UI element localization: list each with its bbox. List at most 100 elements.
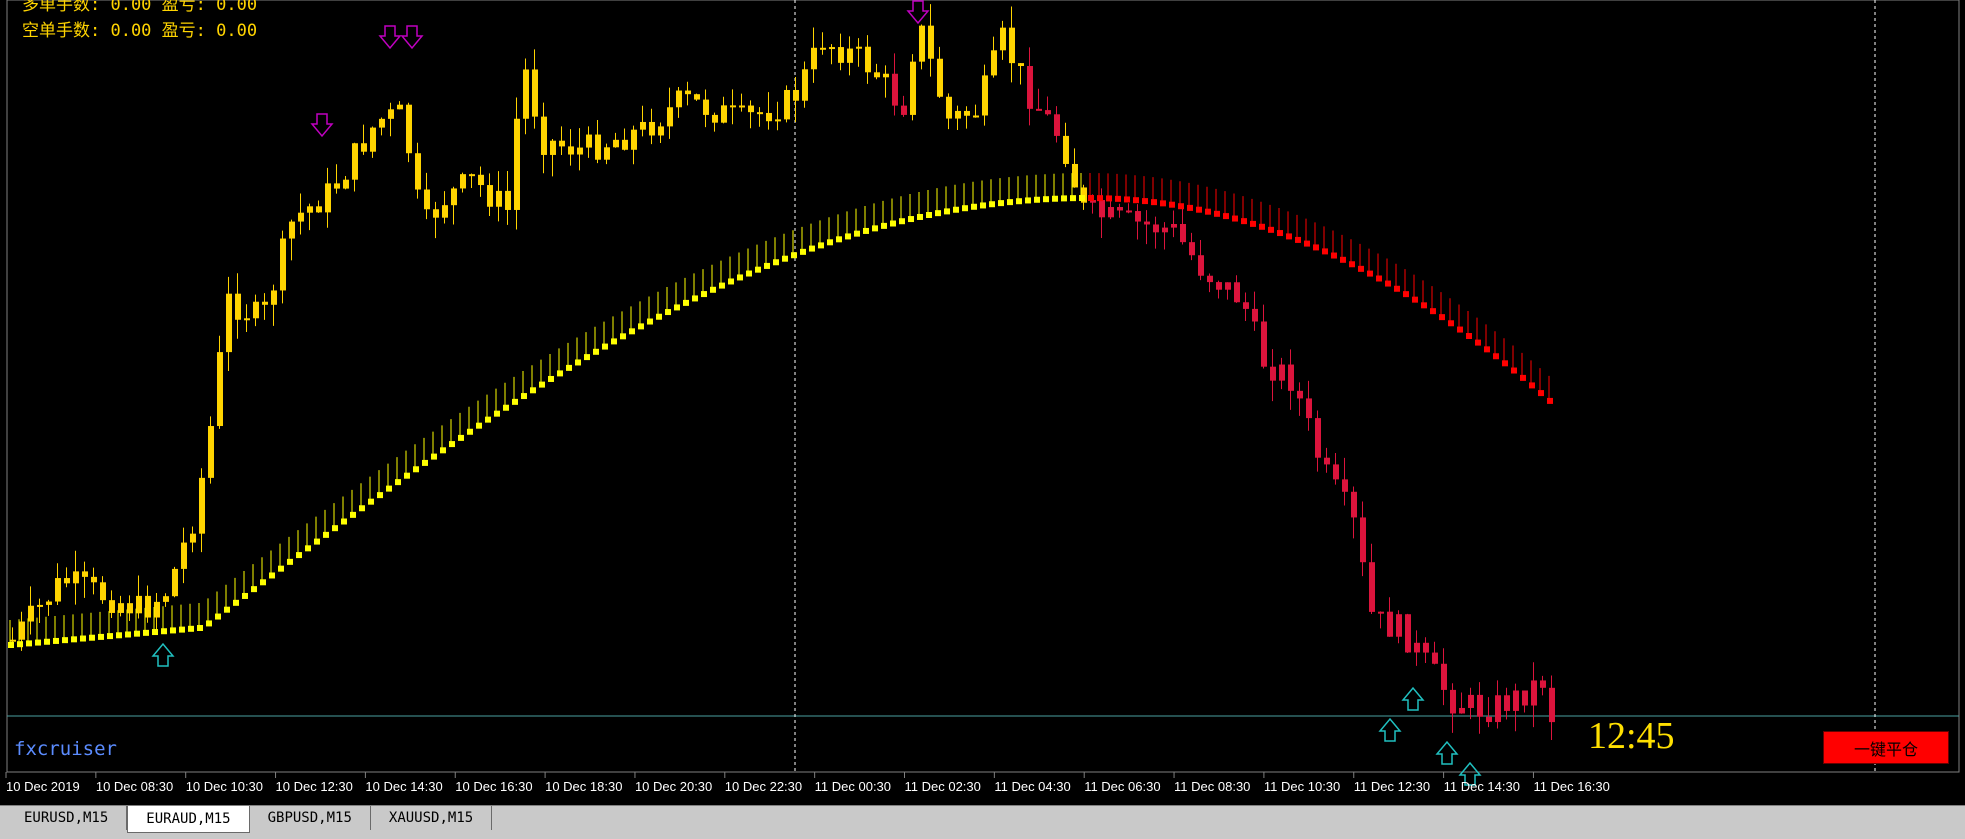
candle-body <box>1099 200 1105 218</box>
candle-body <box>1540 680 1546 688</box>
ma-point <box>323 531 329 538</box>
ma-point <box>1214 210 1220 217</box>
candle-body <box>1207 275 1213 283</box>
time-axis-label: 11 Dec 14:30 <box>1444 779 1520 794</box>
candle-body <box>568 146 574 155</box>
ma-point <box>458 434 464 441</box>
ma-point <box>260 579 266 586</box>
candle-body <box>10 639 16 642</box>
candle-body <box>1387 611 1393 637</box>
ma-point <box>1142 198 1148 205</box>
candle-body <box>1063 135 1069 164</box>
ma-point <box>944 208 950 215</box>
candle-body <box>478 174 484 186</box>
ma-point <box>1286 233 1292 240</box>
ma-point <box>71 636 77 643</box>
candle-body <box>865 46 871 73</box>
candle-body <box>1243 302 1249 309</box>
ma-point <box>728 278 734 285</box>
candle-body <box>577 147 583 155</box>
tab-eurusd[interactable]: EURUSD,M15 <box>6 806 128 830</box>
price-chart[interactable]: 10 Dec 2019 10 Dec 08:30 10 Dec 10:30 10 De… <box>0 0 1965 805</box>
candle-body <box>19 621 25 640</box>
candle-body <box>1126 210 1132 213</box>
ma-point <box>1106 195 1112 202</box>
candle-body <box>253 301 259 319</box>
candle-body <box>289 221 295 239</box>
ma-point <box>1232 215 1238 222</box>
candle-body <box>334 183 340 189</box>
ma-point <box>935 210 941 217</box>
candle-body <box>1324 457 1330 465</box>
candle-body <box>766 112 772 122</box>
candle-body <box>226 293 232 353</box>
ma-point <box>1403 291 1409 298</box>
candle-body <box>946 96 952 119</box>
candle-body <box>1270 366 1276 381</box>
close-all-button[interactable]: 一键平仓 <box>1823 731 1949 764</box>
ma-point <box>215 613 221 620</box>
ma-point <box>1295 236 1301 243</box>
time-axis-label: 10 Dec 20:30 <box>635 779 712 794</box>
ma-point <box>197 624 203 631</box>
candle-body <box>667 107 673 127</box>
ma-point <box>1511 367 1517 374</box>
candle-body <box>604 147 610 160</box>
ma-point <box>89 634 95 641</box>
candle-body <box>163 596 169 602</box>
candle-body <box>892 73 898 106</box>
candle-body <box>1495 695 1501 723</box>
candle-body <box>928 25 934 59</box>
candle-body <box>1072 163 1078 188</box>
candle-body <box>631 129 637 150</box>
candle-body <box>712 114 718 123</box>
tab-xauusd[interactable]: XAUUSD,M15 <box>371 806 493 830</box>
ma-point <box>1052 195 1058 202</box>
ma-point <box>44 638 50 645</box>
ma-point <box>629 328 635 335</box>
time-axis-label: 10 Dec 12:30 <box>276 779 353 794</box>
candle-body <box>559 140 565 147</box>
candle-body <box>775 119 781 122</box>
candle-body <box>55 578 61 602</box>
ma-point <box>953 206 959 213</box>
ma-point <box>224 606 230 613</box>
ma-point <box>296 552 302 559</box>
ma-point <box>17 641 23 648</box>
candle-body <box>1486 716 1492 723</box>
ma-point <box>1439 314 1445 321</box>
candle-body <box>550 140 556 155</box>
ma-point <box>116 632 122 639</box>
chart-canvas[interactable]: 10 Dec 2019 10 Dec 08:30 10 Dec 10:30 10 De… <box>0 0 1965 805</box>
ma-point <box>782 255 788 262</box>
ma-point <box>548 375 554 382</box>
candle-body <box>1027 66 1033 109</box>
ma-point <box>8 642 14 648</box>
ma-point <box>1169 201 1175 208</box>
ma-point <box>1223 213 1229 220</box>
ma-point <box>1097 195 1103 202</box>
candle-body <box>811 47 817 70</box>
candle-body <box>496 190 502 207</box>
candle-body <box>46 601 52 605</box>
candle-body <box>1054 114 1060 136</box>
candle-body <box>1549 687 1555 723</box>
ma-point <box>1259 223 1265 230</box>
tab-euraud[interactable]: EURAUD,M15 <box>127 806 250 833</box>
candle-body <box>343 179 349 189</box>
ma-point <box>152 629 158 636</box>
candle-body <box>1234 282 1240 303</box>
candle-body <box>1333 464 1339 480</box>
ma-point <box>287 558 293 565</box>
candle-body <box>118 603 124 613</box>
ma-point <box>620 333 626 340</box>
candle-body <box>1180 223 1186 243</box>
ma-point <box>1025 197 1031 204</box>
candle-body <box>1225 282 1231 290</box>
candle-body <box>199 477 205 534</box>
candle-body <box>1378 611 1384 614</box>
ma-point <box>368 498 374 505</box>
ma-point <box>539 381 545 388</box>
tab-gbpusd[interactable]: GBPUSD,M15 <box>250 806 371 830</box>
ma-point <box>242 592 248 599</box>
